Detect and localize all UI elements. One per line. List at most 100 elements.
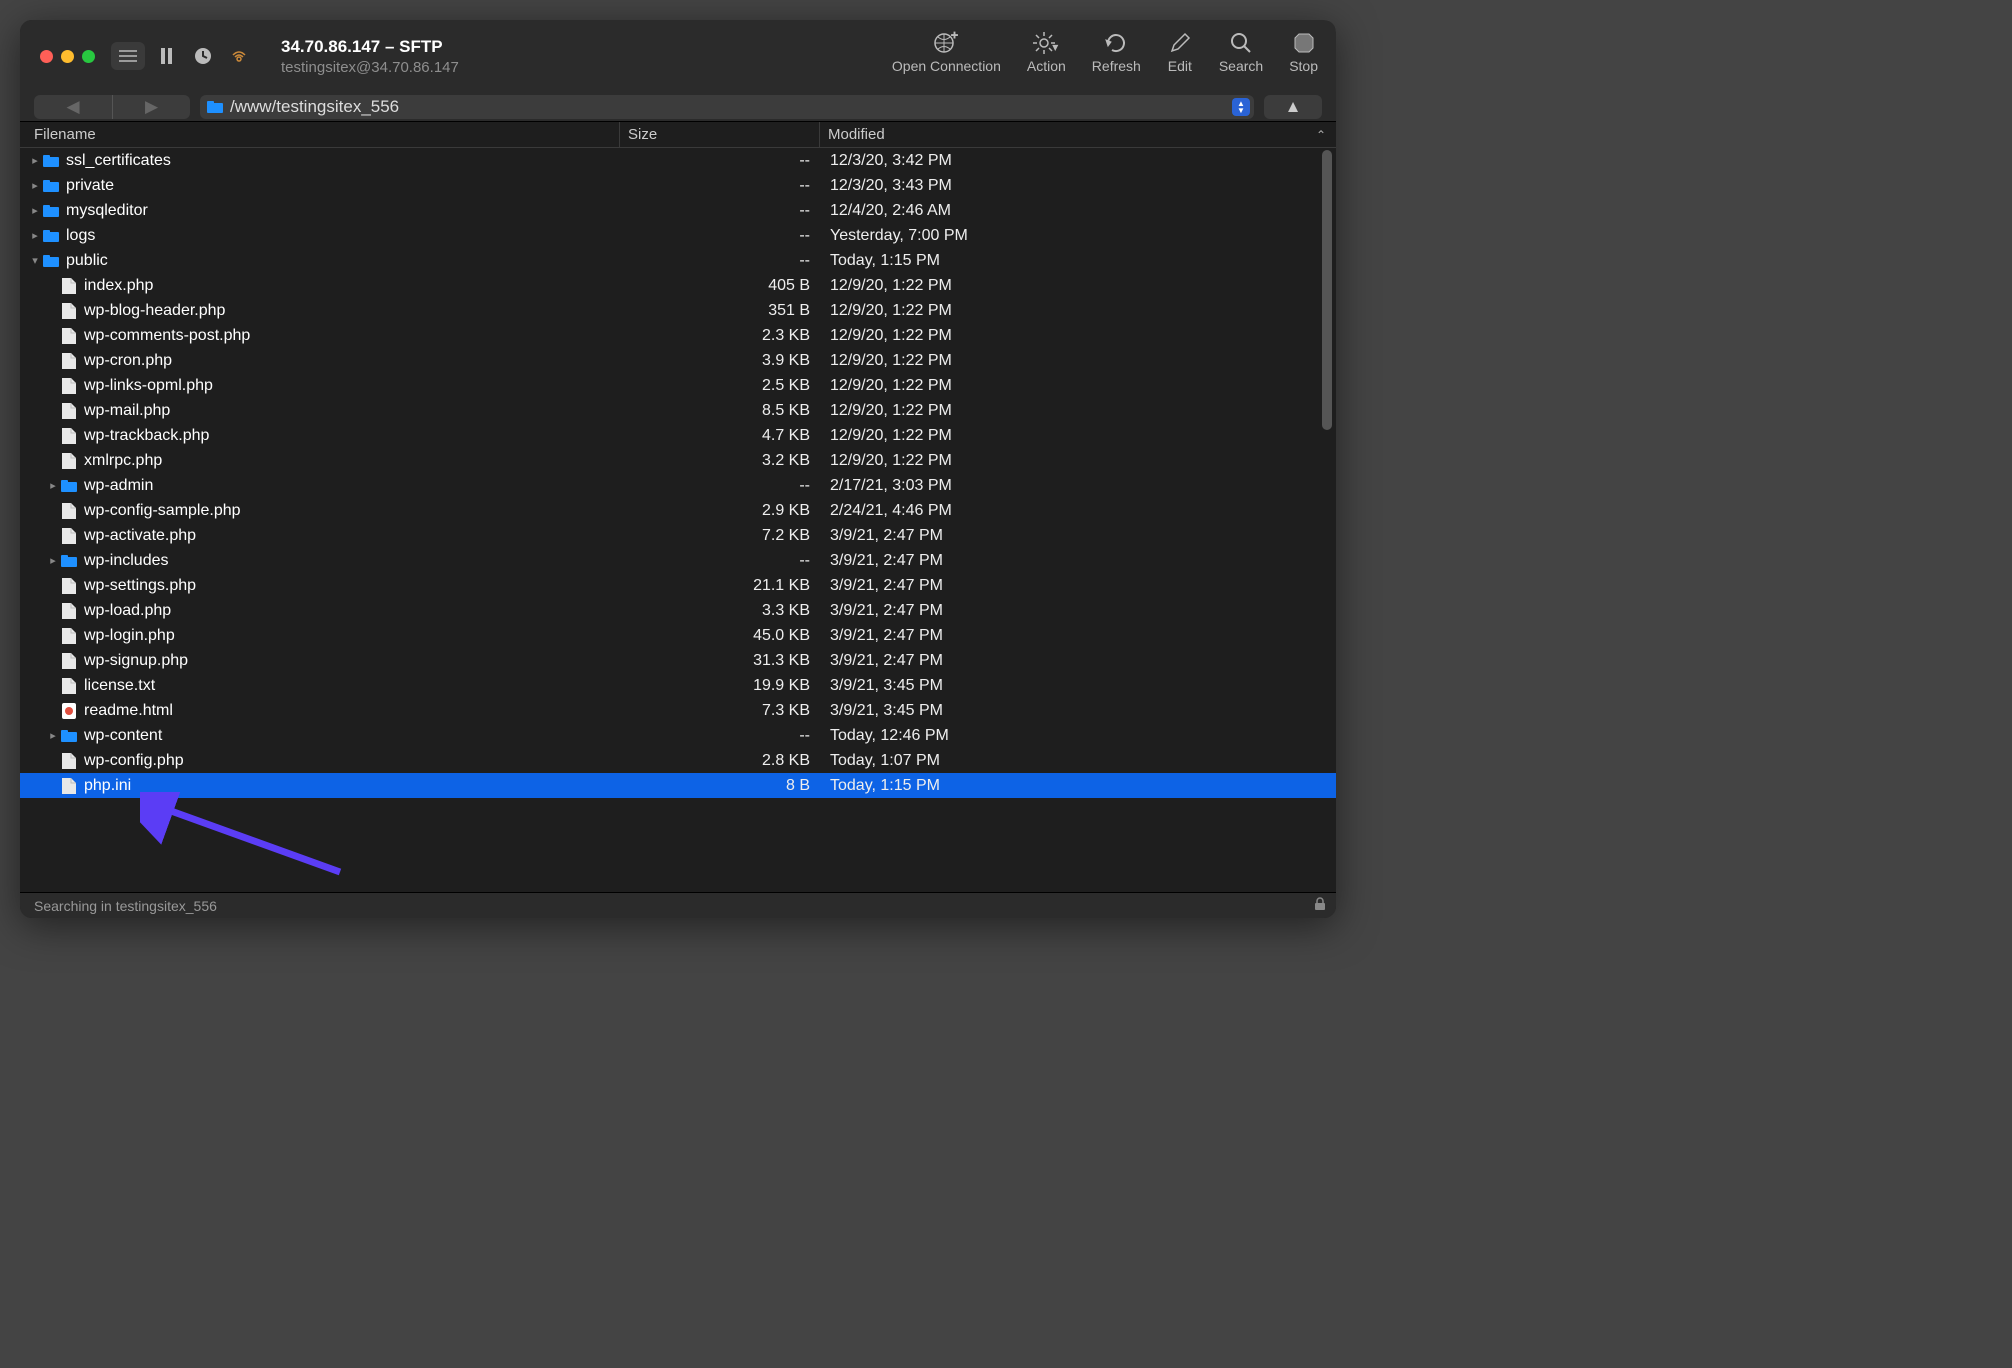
zoom-window-button[interactable] bbox=[82, 50, 95, 63]
toolbar-label: Action bbox=[1027, 58, 1066, 74]
disclosure-triangle-icon[interactable]: ▸ bbox=[28, 179, 42, 192]
path-field[interactable]: /www/testingsitex_556 ▲▼ bbox=[200, 95, 1254, 119]
nav-back-button[interactable]: ◀ bbox=[34, 95, 112, 119]
file-name: wp-load.php bbox=[84, 602, 171, 620]
file-icon bbox=[60, 527, 78, 545]
file-row[interactable]: license.txt19.9 KB3/9/21, 3:45 PM bbox=[20, 673, 1336, 698]
window-subtitle: testingsitex@34.70.86.147 bbox=[281, 59, 459, 76]
toolbar-label: Edit bbox=[1168, 58, 1192, 74]
nav-forward-button[interactable]: ▶ bbox=[112, 95, 190, 119]
file-name: readme.html bbox=[84, 702, 173, 720]
file-row[interactable]: wp-login.php45.0 KB3/9/21, 2:47 PM bbox=[20, 623, 1336, 648]
file-row[interactable]: ▸wp-admin--2/17/21, 3:03 PM bbox=[20, 473, 1336, 498]
file-row[interactable]: wp-comments-post.php2.3 KB12/9/20, 1:22 … bbox=[20, 323, 1336, 348]
file-modified: 12/9/20, 1:22 PM bbox=[820, 377, 1336, 395]
disclosure-triangle-icon[interactable]: ▸ bbox=[28, 229, 42, 242]
file-modified: 2/24/21, 4:46 PM bbox=[820, 502, 1336, 520]
file-icon bbox=[60, 452, 78, 470]
file-name: logs bbox=[66, 227, 95, 245]
file-name: wp-settings.php bbox=[84, 577, 196, 595]
file-name: wp-mail.php bbox=[84, 402, 170, 420]
file-row[interactable]: ▸ssl_certificates--12/3/20, 3:42 PM bbox=[20, 148, 1336, 173]
file-row[interactable]: wp-config-sample.php2.9 KB2/24/21, 4:46 … bbox=[20, 498, 1336, 523]
file-row[interactable]: ▸logs--Yesterday, 7:00 PM bbox=[20, 223, 1336, 248]
file-size: 21.1 KB bbox=[620, 577, 820, 595]
file-size: 3.3 KB bbox=[620, 602, 820, 620]
file-name: wp-cron.php bbox=[84, 352, 172, 370]
file-row[interactable]: wp-load.php3.3 KB3/9/21, 2:47 PM bbox=[20, 598, 1336, 623]
toolbar-label: Search bbox=[1219, 58, 1263, 74]
file-row[interactable]: php.ini8 BToday, 1:15 PM bbox=[20, 773, 1336, 798]
file-size: 2.5 KB bbox=[620, 377, 820, 395]
go-up-button[interactable]: ▲ bbox=[1264, 95, 1322, 119]
file-row[interactable]: wp-config.php2.8 KBToday, 1:07 PM bbox=[20, 748, 1336, 773]
globe-plus-icon: + bbox=[933, 28, 959, 58]
refresh-button[interactable]: Refresh bbox=[1086, 26, 1147, 76]
file-size: -- bbox=[620, 252, 820, 270]
column-size[interactable]: Size bbox=[620, 122, 820, 147]
file-icon bbox=[60, 302, 78, 320]
close-window-button[interactable] bbox=[40, 50, 53, 63]
file-row[interactable]: xmlrpc.php3.2 KB12/9/20, 1:22 PM bbox=[20, 448, 1336, 473]
disclosure-triangle-icon[interactable]: ▸ bbox=[46, 479, 60, 492]
view-list-button[interactable] bbox=[111, 42, 145, 70]
file-row[interactable]: wp-settings.php21.1 KB3/9/21, 2:47 PM bbox=[20, 573, 1336, 598]
disclosure-triangle-icon[interactable]: ▾ bbox=[28, 254, 42, 267]
file-row[interactable]: ▸private--12/3/20, 3:43 PM bbox=[20, 173, 1336, 198]
path-stepper[interactable]: ▲▼ bbox=[1232, 98, 1250, 116]
search-button[interactable]: Search bbox=[1213, 26, 1269, 76]
window-controls bbox=[40, 50, 95, 63]
scrollbar-thumb[interactable] bbox=[1322, 150, 1332, 430]
column-filename[interactable]: Filename bbox=[20, 122, 620, 147]
file-row[interactable]: ▾public--Today, 1:15 PM bbox=[20, 248, 1336, 273]
file-list[interactable]: ▸ssl_certificates--12/3/20, 3:42 PM▸priv… bbox=[20, 148, 1336, 892]
column-headers: Filename Size Modified ⌃ bbox=[20, 122, 1336, 148]
file-modified: 12/9/20, 1:22 PM bbox=[820, 402, 1336, 420]
file-icon bbox=[60, 352, 78, 370]
edit-button[interactable]: Edit bbox=[1161, 26, 1199, 76]
bookmarks-button[interactable] bbox=[153, 42, 181, 70]
action-button[interactable]: ▾ Action bbox=[1021, 26, 1072, 76]
minimize-window-button[interactable] bbox=[61, 50, 74, 63]
disclosure-triangle-icon[interactable]: ▸ bbox=[28, 204, 42, 217]
scrollbar[interactable] bbox=[1320, 150, 1334, 890]
file-modified: Today, 1:15 PM bbox=[820, 777, 1336, 795]
pencil-icon bbox=[1167, 28, 1193, 58]
file-row[interactable]: ▸wp-content--Today, 12:46 PM bbox=[20, 723, 1336, 748]
file-modified: 3/9/21, 2:47 PM bbox=[820, 527, 1336, 545]
file-row[interactable]: wp-trackback.php4.7 KB12/9/20, 1:22 PM bbox=[20, 423, 1336, 448]
disclosure-triangle-icon[interactable]: ▸ bbox=[28, 154, 42, 167]
file-icon bbox=[60, 402, 78, 420]
file-row[interactable]: index.php405 B12/9/20, 1:22 PM bbox=[20, 273, 1336, 298]
file-row[interactable]: readme.html7.3 KB3/9/21, 3:45 PM bbox=[20, 698, 1336, 723]
file-row[interactable]: wp-mail.php8.5 KB12/9/20, 1:22 PM bbox=[20, 398, 1336, 423]
file-row[interactable]: wp-cron.php 3.9 KB12/9/20, 1:22 PM bbox=[20, 348, 1336, 373]
file-row[interactable]: wp-signup.php31.3 KB3/9/21, 2:47 PM bbox=[20, 648, 1336, 673]
file-row[interactable]: wp-blog-header.php351 B12/9/20, 1:22 PM bbox=[20, 298, 1336, 323]
file-icon bbox=[60, 652, 78, 670]
file-size: 2.9 KB bbox=[620, 502, 820, 520]
file-modified: 12/9/20, 1:22 PM bbox=[820, 352, 1336, 370]
file-name: wp-admin bbox=[84, 477, 153, 495]
file-row[interactable]: ▸wp-includes--3/9/21, 2:47 PM bbox=[20, 548, 1336, 573]
file-size: -- bbox=[620, 727, 820, 745]
history-button[interactable] bbox=[189, 42, 217, 70]
path-text: /www/testingsitex_556 bbox=[230, 97, 399, 117]
file-size: 7.3 KB bbox=[620, 702, 820, 720]
column-modified-label: Modified bbox=[828, 126, 885, 143]
file-size: 3.9 KB bbox=[620, 352, 820, 370]
file-row[interactable]: wp-links-opml.php2.5 KB12/9/20, 1:22 PM bbox=[20, 373, 1336, 398]
nav-segment: ◀ ▶ bbox=[34, 95, 190, 119]
bonjour-button[interactable] bbox=[225, 42, 253, 70]
file-size: 3.2 KB bbox=[620, 452, 820, 470]
file-name: wp-blog-header.php bbox=[84, 302, 225, 320]
stop-button[interactable]: Stop bbox=[1283, 26, 1324, 76]
disclosure-triangle-icon[interactable]: ▸ bbox=[46, 554, 60, 567]
column-modified[interactable]: Modified ⌃ bbox=[820, 122, 1336, 147]
disclosure-triangle-icon[interactable]: ▸ bbox=[46, 729, 60, 742]
status-text: Searching in testingsitex_556 bbox=[34, 898, 217, 914]
file-row[interactable]: ▸mysqleditor--12/4/20, 2:46 AM bbox=[20, 198, 1336, 223]
open-connection-button[interactable]: + Open Connection bbox=[886, 26, 1007, 76]
refresh-icon bbox=[1103, 28, 1129, 58]
file-row[interactable]: wp-activate.php7.2 KB3/9/21, 2:47 PM bbox=[20, 523, 1336, 548]
